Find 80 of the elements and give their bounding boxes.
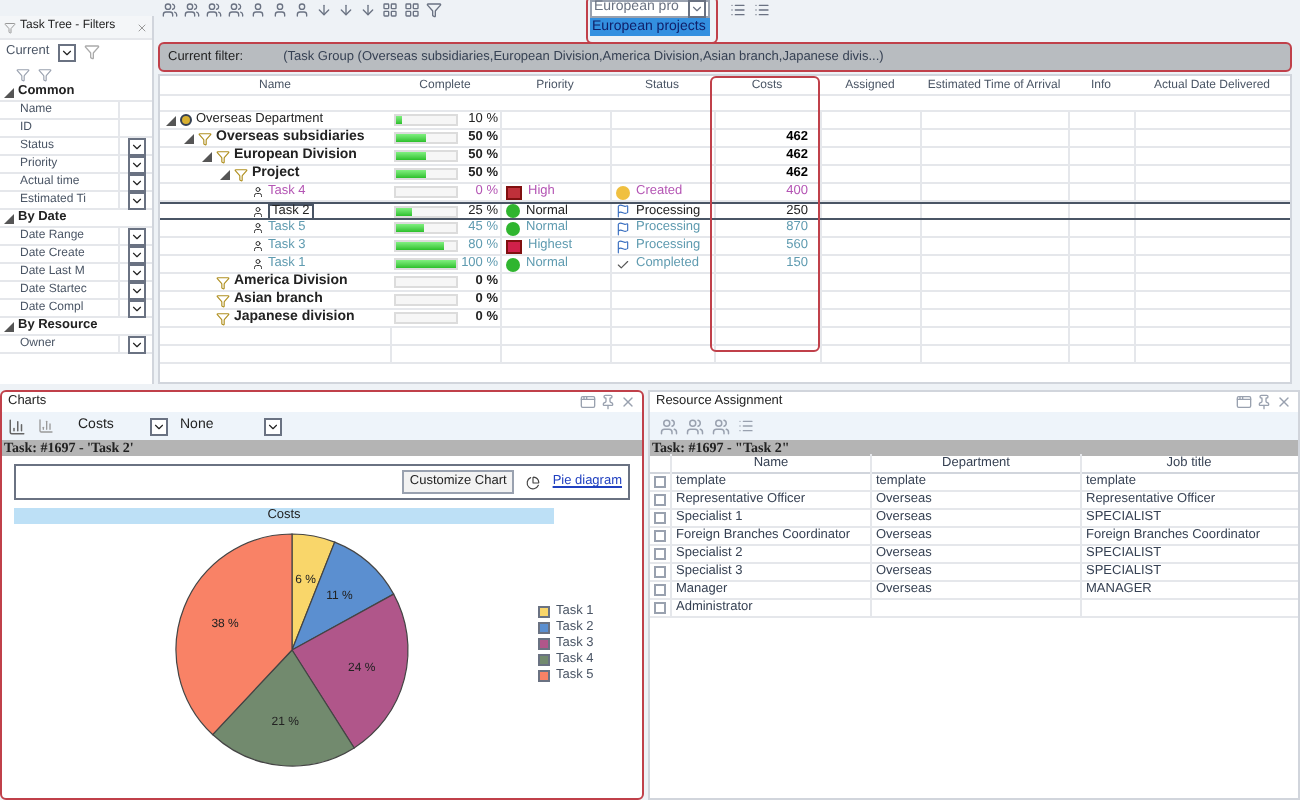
person-icon <box>252 205 264 217</box>
person-icon <box>252 186 264 198</box>
dropdown-button[interactable] <box>57 43 76 61</box>
toolbar-icon[interactable] <box>294 2 310 18</box>
expand-arrow-icon[interactable] <box>4 87 14 97</box>
people-icon[interactable] <box>712 417 730 435</box>
expand-arrow-icon[interactable] <box>220 169 230 179</box>
legend-swatch <box>538 670 550 682</box>
caret-icon <box>59 45 74 59</box>
legend-swatch <box>538 654 550 666</box>
toolbar-icon[interactable] <box>338 2 354 18</box>
progress-track <box>394 294 458 306</box>
legend-swatch <box>538 638 550 650</box>
expand-arrow-icon[interactable] <box>166 115 176 125</box>
row-checkbox[interactable] <box>654 512 666 524</box>
people-icon[interactable] <box>660 417 678 435</box>
close-icon[interactable] <box>620 394 636 410</box>
caret-icon <box>690 2 704 16</box>
caret-icon <box>129 337 143 351</box>
funnel-icon <box>4 21 16 33</box>
window-icon[interactable] <box>1236 394 1252 410</box>
funnel-icon <box>234 167 248 181</box>
row-checkbox[interactable] <box>654 584 666 596</box>
close-icon[interactable] <box>1276 394 1292 410</box>
funnel-icon <box>216 275 230 289</box>
toolbar-icon[interactable] <box>184 2 200 18</box>
legend-swatch <box>538 622 550 634</box>
row-checkbox[interactable] <box>654 530 666 542</box>
list-icon[interactable] <box>754 2 770 18</box>
toolbar-icon[interactable] <box>426 2 442 18</box>
window-icon[interactable] <box>580 394 596 410</box>
department-icon <box>180 114 192 126</box>
list-icon[interactable] <box>738 418 754 434</box>
chart-icon[interactable] <box>8 417 26 435</box>
row-checkbox[interactable] <box>654 602 666 614</box>
progress-track <box>394 312 458 324</box>
funnel-icon <box>216 149 230 163</box>
funnel-icon[interactable] <box>38 67 52 81</box>
pie-chart-icon <box>526 475 541 489</box>
progress-track <box>394 276 458 288</box>
toolbar-icon[interactable] <box>360 2 376 18</box>
toolbar-icon[interactable] <box>162 2 178 18</box>
square-icon <box>506 239 522 253</box>
progress-track <box>394 186 458 198</box>
expand-arrow-icon[interactable] <box>4 213 14 223</box>
list-icon[interactable] <box>730 2 746 18</box>
caret-icon <box>152 419 166 433</box>
toolbar-icon[interactable] <box>250 2 266 18</box>
pin-icon[interactable] <box>1256 394 1272 410</box>
close-icon[interactable] <box>136 21 148 33</box>
check-icon <box>616 257 630 271</box>
funnel-icon[interactable] <box>83 44 100 60</box>
funnel-icon[interactable] <box>16 67 30 81</box>
person-icon <box>252 222 264 234</box>
person-icon <box>252 240 264 252</box>
dropdown-button[interactable] <box>150 417 168 435</box>
expand-arrow-icon[interactable] <box>4 321 14 331</box>
toolbar-icon[interactable] <box>272 2 288 18</box>
toolbar-icon[interactable] <box>404 2 420 18</box>
toolbar-icon[interactable] <box>206 2 222 18</box>
toolbar-icon[interactable] <box>316 2 332 18</box>
caret-icon <box>266 419 280 433</box>
row-checkbox[interactable] <box>654 494 666 506</box>
toolbar-icon[interactable] <box>228 2 244 18</box>
row-checkbox[interactable] <box>654 476 666 488</box>
funnel-icon <box>216 311 230 325</box>
people-icon[interactable] <box>686 417 704 435</box>
legend-swatch <box>538 606 550 618</box>
funnel-icon <box>198 131 212 145</box>
square-icon <box>506 185 522 199</box>
toolbar-icon[interactable] <box>382 2 398 18</box>
chart-icon[interactable] <box>38 418 54 434</box>
pin-icon[interactable] <box>600 394 616 410</box>
expand-arrow-icon[interactable] <box>184 133 194 143</box>
row-checkbox[interactable] <box>654 566 666 578</box>
person-icon <box>252 258 264 270</box>
dropdown-button[interactable] <box>264 417 282 435</box>
row-checkbox[interactable] <box>654 548 666 560</box>
funnel-icon <box>216 293 230 307</box>
expand-arrow-icon[interactable] <box>202 151 212 161</box>
